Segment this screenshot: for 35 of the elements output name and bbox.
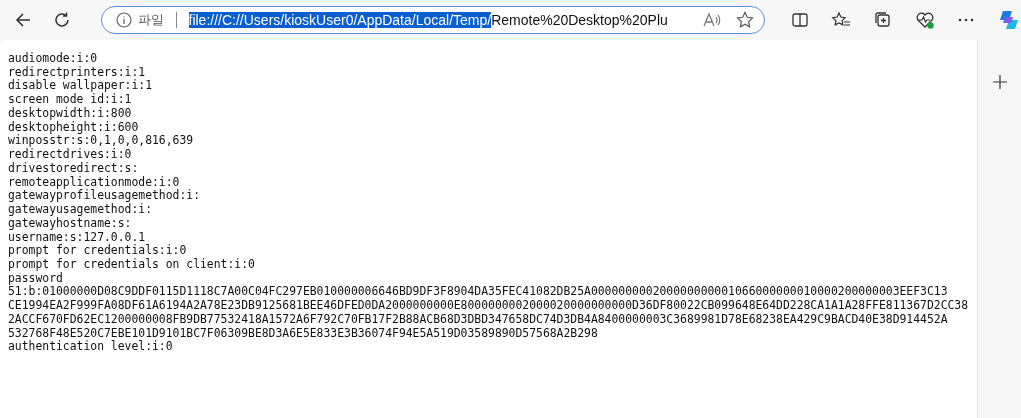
file-text-line: redirectdrives:i:0	[8, 148, 132, 162]
file-text-line: prompt for credentials:i:0	[8, 244, 187, 258]
file-text-line: gatewayusagemethod:i:	[8, 203, 152, 217]
file-text-line: authentication level:i:0	[8, 340, 173, 355]
file-text-line: prompt for credentials on client:i:0	[8, 258, 255, 272]
read-aloud-icon[interactable]	[702, 11, 722, 29]
add-icon[interactable]	[992, 75, 1007, 89]
file-text-line: CE1994EA2F999FA08DF61A6194A2A78E23DB9125681BEE46DFED0DA2000000000E8000000002000020000000000D36DF80022CB099648E64DD228CA1A1A28FFE811367D2CC38	[8, 299, 969, 313]
split-screen-icon[interactable]	[791, 11, 809, 29]
copilot-icon[interactable]	[997, 8, 1021, 32]
collections-icon[interactable]	[873, 10, 893, 30]
file-text-line: password	[8, 271, 63, 286]
file-text-line: remoteapplicationmode:i:0	[8, 175, 180, 189]
file-text-line: gatewayprofileusagemethod:i:	[8, 189, 201, 203]
file-text-line: 2ACCF670FD62EC1200000008FB9DB77532418A1572A6F792C70FB17F2B88ACB68D3DBD347658DC74D3DB4A8400000003C3689981D78E68238EA429C9BACD40E38D914452A	[8, 312, 948, 327]
file-text-line: redirectprinters:i:1	[8, 65, 146, 80]
info-icon	[115, 12, 132, 28]
file-text-line: 51:b:01000000D08C9DDF0115D1118C7A00C04FC297EB010000006646BD9DF3F8904DA35FEC41082DB25A000000000200000000001066000000010000200000003EEF3C13	[8, 285, 948, 300]
refresh-icon	[52, 11, 71, 29]
file-text-line: drivestoredirect:s:	[8, 161, 139, 176]
favorite-star-icon[interactable]	[736, 11, 754, 29]
file-text-line: 532768F48E520C7EBE101D9101BC7F06309BE8D3A6E5E833E3B36074F94E5A519D03589890D57568A2B298	[8, 326, 598, 340]
file-text-line: screen mode id:i:1	[8, 93, 132, 107]
file-text-line: username:s:127.0.0.1	[8, 230, 146, 244]
address-bar[interactable]: 파일 file:///C://Users/kioskUser0/AppData/Local/Temp/Remote%20Desktop%20Plu	[100, 6, 765, 34]
back-arrow-icon	[13, 11, 32, 29]
file-text-line: disable wallpaper:i:1	[8, 79, 152, 93]
file-text-line: audiomode:i:0	[8, 52, 98, 66]
file-text-line: desktopheight:i:600	[8, 120, 139, 135]
site-info-label[interactable]: 파일	[137, 11, 164, 29]
file-text-line: desktopwidth:i:800	[8, 106, 132, 121]
file-text-line: gatewayhostname:s:	[8, 216, 132, 231]
heart-pulse-icon[interactable]	[915, 10, 935, 30]
file-text-line: winposstr:s:0,1,0,0,816,639	[8, 134, 194, 148]
favorites-icon[interactable]	[831, 11, 851, 29]
